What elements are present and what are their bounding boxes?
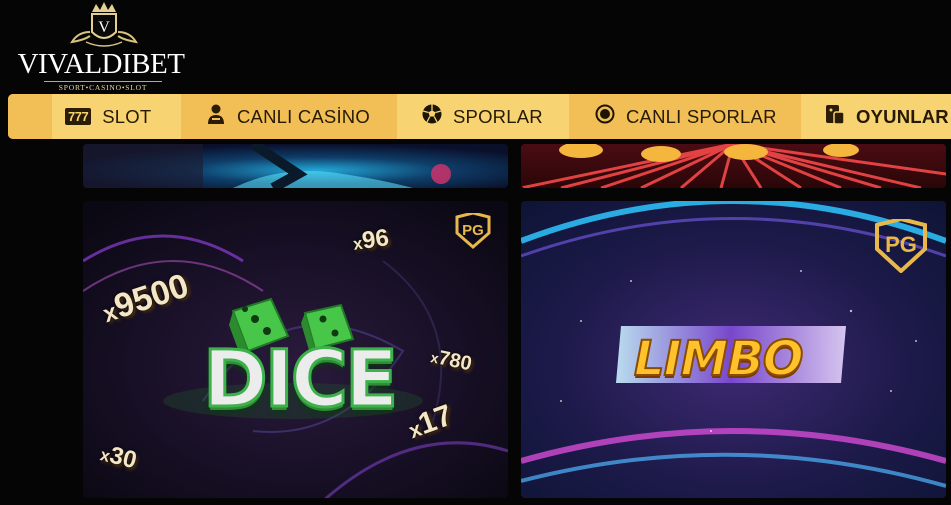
limbo-title: LIMBO [633, 330, 805, 388]
svg-text:PG: PG [462, 222, 484, 239]
nav-item-live-sports-label: CANLI SPORLAR [626, 105, 777, 127]
nav-item-live-casino-label: CANLI CASİNO [237, 105, 370, 127]
nav-item-games[interactable]: OYUNLAR [801, 94, 951, 139]
nav-item-live-casino[interactable]: CANLI CASİNO [181, 94, 397, 139]
multiplier-96: x96 [351, 224, 391, 255]
nav-item-live-sports[interactable]: CANLI SPORLAR [569, 94, 801, 139]
brand-tagline: SPORT•CASINO•SLOT [44, 81, 162, 92]
game-thumbnail-right [521, 144, 946, 188]
live-dot-icon [595, 104, 615, 129]
game-tile-partial-right[interactable] [521, 144, 946, 188]
nav-item-slot[interactable]: 777 SLOT [52, 94, 181, 139]
soccer-ball-icon [422, 104, 442, 129]
nav-item-games-label: OYUNLAR [856, 105, 949, 127]
crest-icon: V [70, 2, 138, 47]
slot-777-icon: 777 [65, 108, 92, 125]
pg-provider-icon: PG [875, 219, 927, 273]
pg-provider-icon: PG [455, 213, 491, 249]
game-tile-limbo[interactable]: LIMBO PG [521, 201, 946, 498]
brand-name: VIVALDIBET [17, 48, 185, 80]
main-nav: 777 SLOT CANLI CASİNO SPORLAR CANLI SPOR… [8, 94, 951, 139]
game-thumbnail-left [83, 144, 508, 188]
nav-item-sports[interactable]: SPORLAR [397, 94, 569, 139]
games-icon [825, 103, 845, 130]
svg-text:PG: PG [885, 232, 917, 257]
dealer-icon [206, 103, 226, 130]
nav-item-slot-label: SLOT [102, 105, 152, 127]
game-tile-partial-left[interactable] [83, 144, 508, 188]
brand-logo[interactable]: V VIVALDIBET SPORT•CASINO•SLOT [6, 2, 196, 92]
nav-left-spacer [8, 94, 52, 139]
dice-title: DICE [201, 334, 399, 427]
game-tile-dice[interactable]: DICE x96 x9500 x780 x17 x30 PG [83, 201, 508, 498]
crest-letter: V [98, 19, 110, 36]
nav-item-sports-label: SPORLAR [453, 105, 543, 127]
